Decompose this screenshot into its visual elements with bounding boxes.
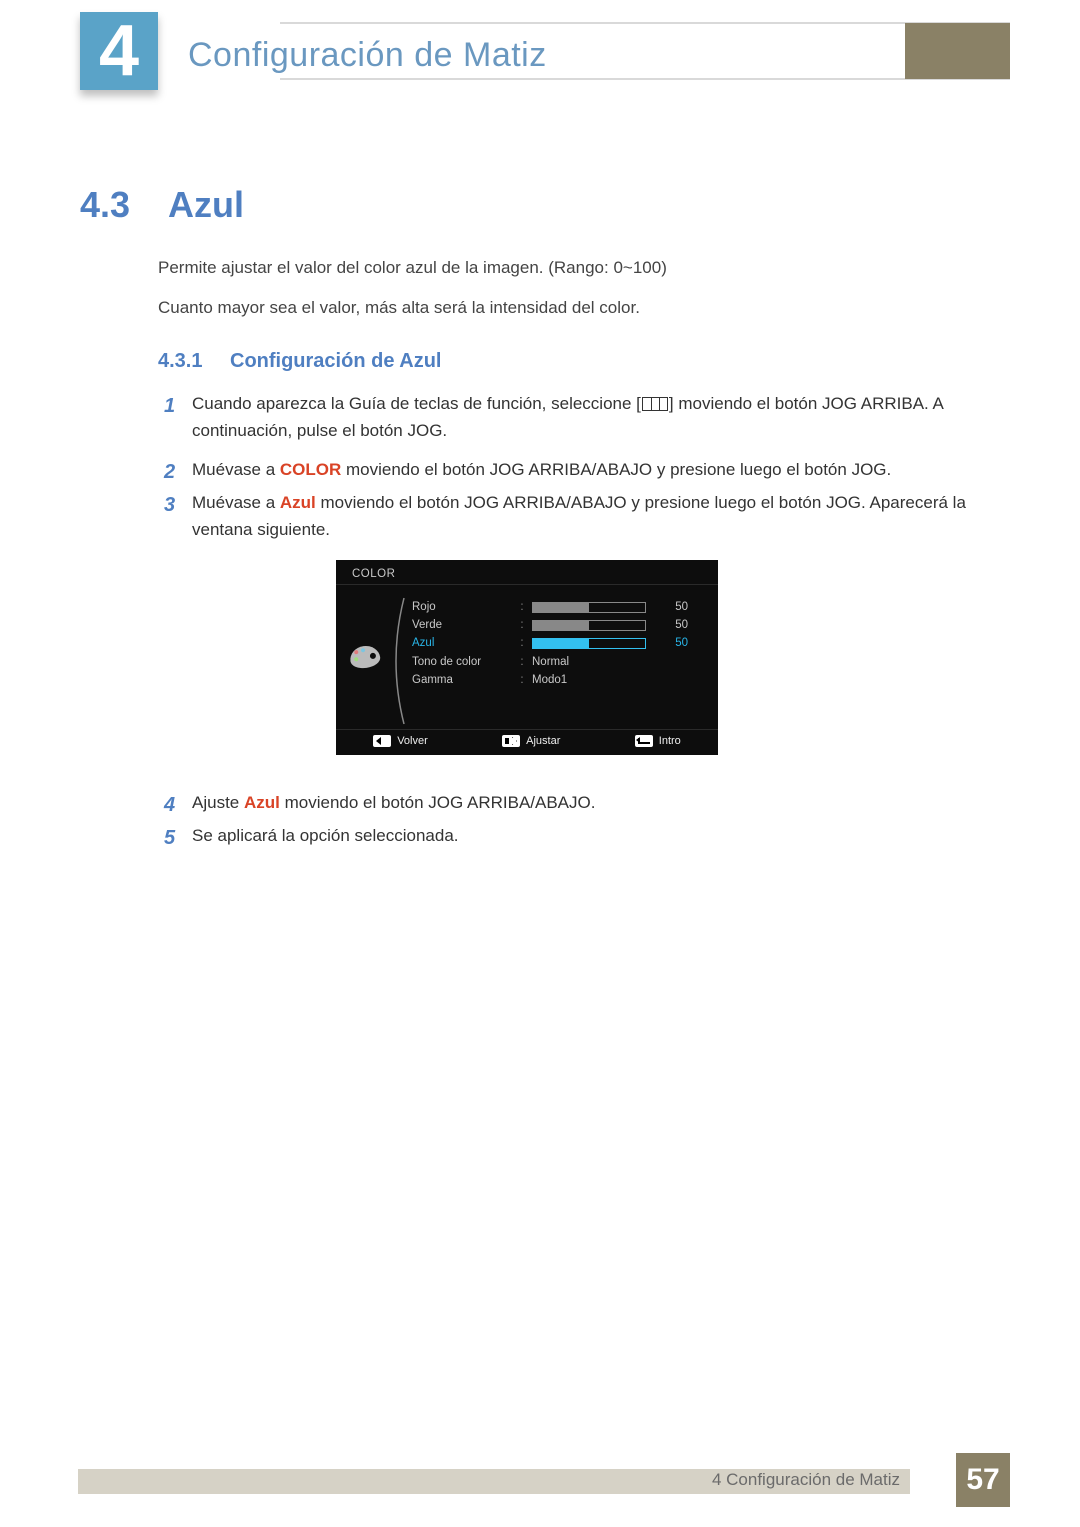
header-accent-band — [905, 23, 1010, 79]
step-1-pre: Cuando aparezca la Guía de teclas de fun… — [192, 394, 641, 413]
step-3-pre: Muévase a — [192, 493, 280, 512]
step-1-text: Cuando aparezca la Guía de teclas de fun… — [192, 390, 990, 444]
osd-screenshot: COLOR Rojo : 50 Verde : 50 Azul : — [336, 560, 718, 755]
osd-slider-rojo — [532, 602, 646, 613]
footer-chapter-label: 4 Configuración de Matiz — [712, 1470, 900, 1490]
page-number: 57 — [966, 1463, 999, 1497]
osd-title: COLOR — [352, 568, 395, 580]
step-number: 5 — [164, 822, 190, 854]
osd-menu-rows: Rojo : 50 Verde : 50 Azul : 50 Tono de c… — [412, 598, 700, 689]
osd-footer-back: Volver — [373, 735, 428, 747]
osd-arc-decoration — [386, 596, 408, 726]
osd-label-gamma: Gamma — [412, 674, 512, 686]
step-2-pre: Muévase a — [192, 460, 280, 479]
chapter-number: 4 — [99, 15, 139, 87]
osd-footer-enter-label: Intro — [659, 735, 681, 747]
subsection-number: 4.3.1 — [158, 350, 202, 373]
page-number-badge: 57 — [956, 1453, 1010, 1507]
osd-row-verde: Verde : 50 — [412, 616, 700, 634]
step-3-text: Muévase a Azul moviendo el botón JOG ARR… — [192, 489, 990, 543]
osd-row-rojo: Rojo : 50 — [412, 598, 700, 616]
osd-footer: Volver Ajustar Intro — [336, 731, 718, 751]
step-number: 2 — [164, 456, 190, 488]
step-4-pre: Ajuste — [192, 793, 244, 812]
osd-row-gamma: Gamma : Modo1 — [412, 671, 700, 689]
subsection-title: Configuración de Azul — [230, 350, 441, 373]
osd-divider — [336, 729, 718, 730]
step-2: 2 Muévase a COLOR moviendo el botón JOG … — [164, 456, 990, 483]
back-key-icon — [373, 735, 391, 747]
chapter-title: Configuración de Matiz — [188, 36, 547, 75]
palette-icon — [350, 646, 382, 678]
step-number: 4 — [164, 789, 190, 821]
step-2-post: moviendo el botón JOG ARRIBA/ABAJO y pre… — [341, 460, 891, 479]
step-5-text: Se aplicará la opción seleccionada. — [192, 822, 990, 849]
osd-label-tono: Tono de color — [412, 656, 512, 668]
colon: : — [518, 656, 526, 668]
step-4-post: moviendo el botón JOG ARRIBA/ABAJO. — [280, 793, 596, 812]
osd-slider-azul — [532, 638, 646, 649]
osd-label-rojo: Rojo — [412, 601, 512, 613]
step-4-text: Ajuste Azul moviendo el botón JOG ARRIBA… — [192, 789, 990, 816]
osd-label-azul: Azul — [412, 637, 512, 649]
osd-footer-adjust: Ajustar — [502, 735, 560, 747]
section-number: 4.3 — [80, 184, 130, 226]
step-3: 3 Muévase a Azul moviendo el botón JOG A… — [164, 489, 990, 543]
osd-slider-verde — [532, 620, 646, 631]
osd-footer-enter: Intro — [635, 735, 681, 747]
osd-footer-adjust-label: Ajustar — [526, 735, 560, 747]
step-2-keyword: COLOR — [280, 460, 341, 479]
step-3-keyword: Azul — [280, 493, 316, 512]
osd-label-verde: Verde — [412, 619, 512, 631]
osd-row-azul: Azul : 50 — [412, 634, 700, 652]
chapter-number-badge: 4 — [80, 12, 158, 90]
document-page: 4 Configuración de Matiz 4.3 Azul Permit… — [0, 0, 1080, 1527]
osd-value-azul: 50 — [660, 637, 688, 649]
step-number: 3 — [164, 489, 190, 521]
osd-value-tono: Normal — [532, 656, 569, 668]
section-title: Azul — [168, 184, 244, 226]
step-4-keyword: Azul — [244, 793, 280, 812]
step-number: 1 — [164, 390, 190, 422]
osd-value-gamma: Modo1 — [532, 674, 567, 686]
adjust-key-icon — [502, 735, 520, 747]
step-2-text: Muévase a COLOR moviendo el botón JOG AR… — [192, 456, 990, 483]
intro-paragraph-1: Permite ajustar el valor del color azul … — [158, 258, 990, 278]
enter-key-icon — [635, 735, 653, 747]
step-1: 1 Cuando aparezca la Guía de teclas de f… — [164, 390, 990, 444]
osd-divider — [336, 584, 718, 585]
step-4: 4 Ajuste Azul moviendo el botón JOG ARRI… — [164, 789, 990, 816]
step-5: 5 Se aplicará la opción seleccionada. — [164, 822, 990, 849]
osd-value-rojo: 50 — [660, 601, 688, 613]
colon: : — [518, 601, 526, 613]
osd-row-tono: Tono de color : Normal — [412, 653, 700, 671]
colon: : — [518, 619, 526, 631]
intro-paragraph-2: Cuanto mayor sea el valor, más alta será… — [158, 298, 990, 318]
colon: : — [518, 637, 526, 649]
osd-footer-back-label: Volver — [397, 735, 428, 747]
osd-value-verde: 50 — [660, 619, 688, 631]
menu-icon — [642, 397, 668, 411]
colon: : — [518, 674, 526, 686]
